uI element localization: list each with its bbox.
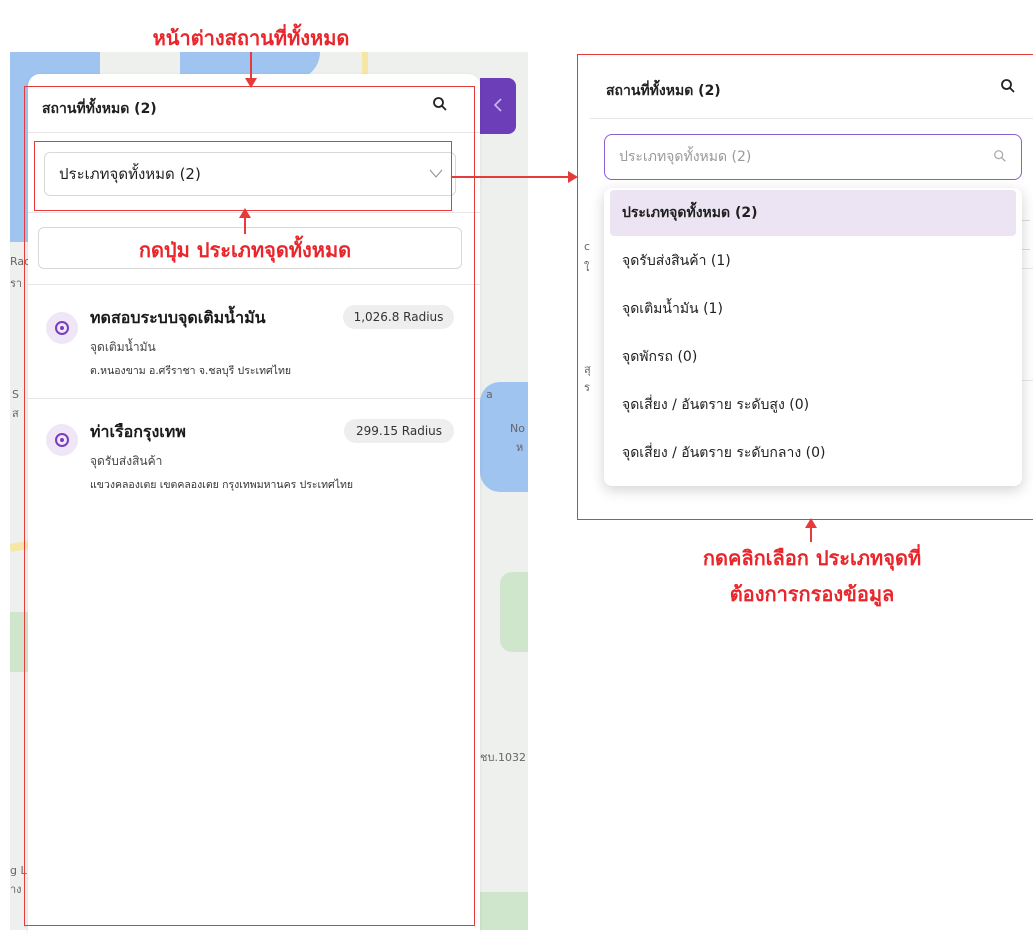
map-label: าง <box>10 883 22 896</box>
arrow-up-icon <box>239 208 251 218</box>
annotation-choose-type-2: ต้องการกรองข้อมูล <box>690 578 934 608</box>
map-label: ส <box>12 407 19 420</box>
annotation-title: หน้าต่างสถานที่ทั้งหมด <box>152 26 350 50</box>
annotation-box-select <box>34 141 452 211</box>
map-label: ห <box>516 441 524 454</box>
map-label: No <box>510 422 525 435</box>
map-label: ชบ.1032 <box>480 751 526 764</box>
annotation-click-type: กดปุ่ม ประเภทจุดทั้งหมด <box>106 234 384 264</box>
annotation-choose-type-1: กดคลิกเลือก ประเภทจุดที่ <box>664 542 960 572</box>
collapse-panel-button[interactable] <box>480 78 516 134</box>
map-label: รา <box>10 277 23 290</box>
arrow-up-icon <box>805 518 817 528</box>
map-label: a <box>486 388 493 401</box>
map-label: S <box>12 388 19 401</box>
annotation-box-dropdown <box>577 54 1033 520</box>
annotation-arrow <box>452 176 572 178</box>
chevron-left-icon <box>493 97 503 116</box>
